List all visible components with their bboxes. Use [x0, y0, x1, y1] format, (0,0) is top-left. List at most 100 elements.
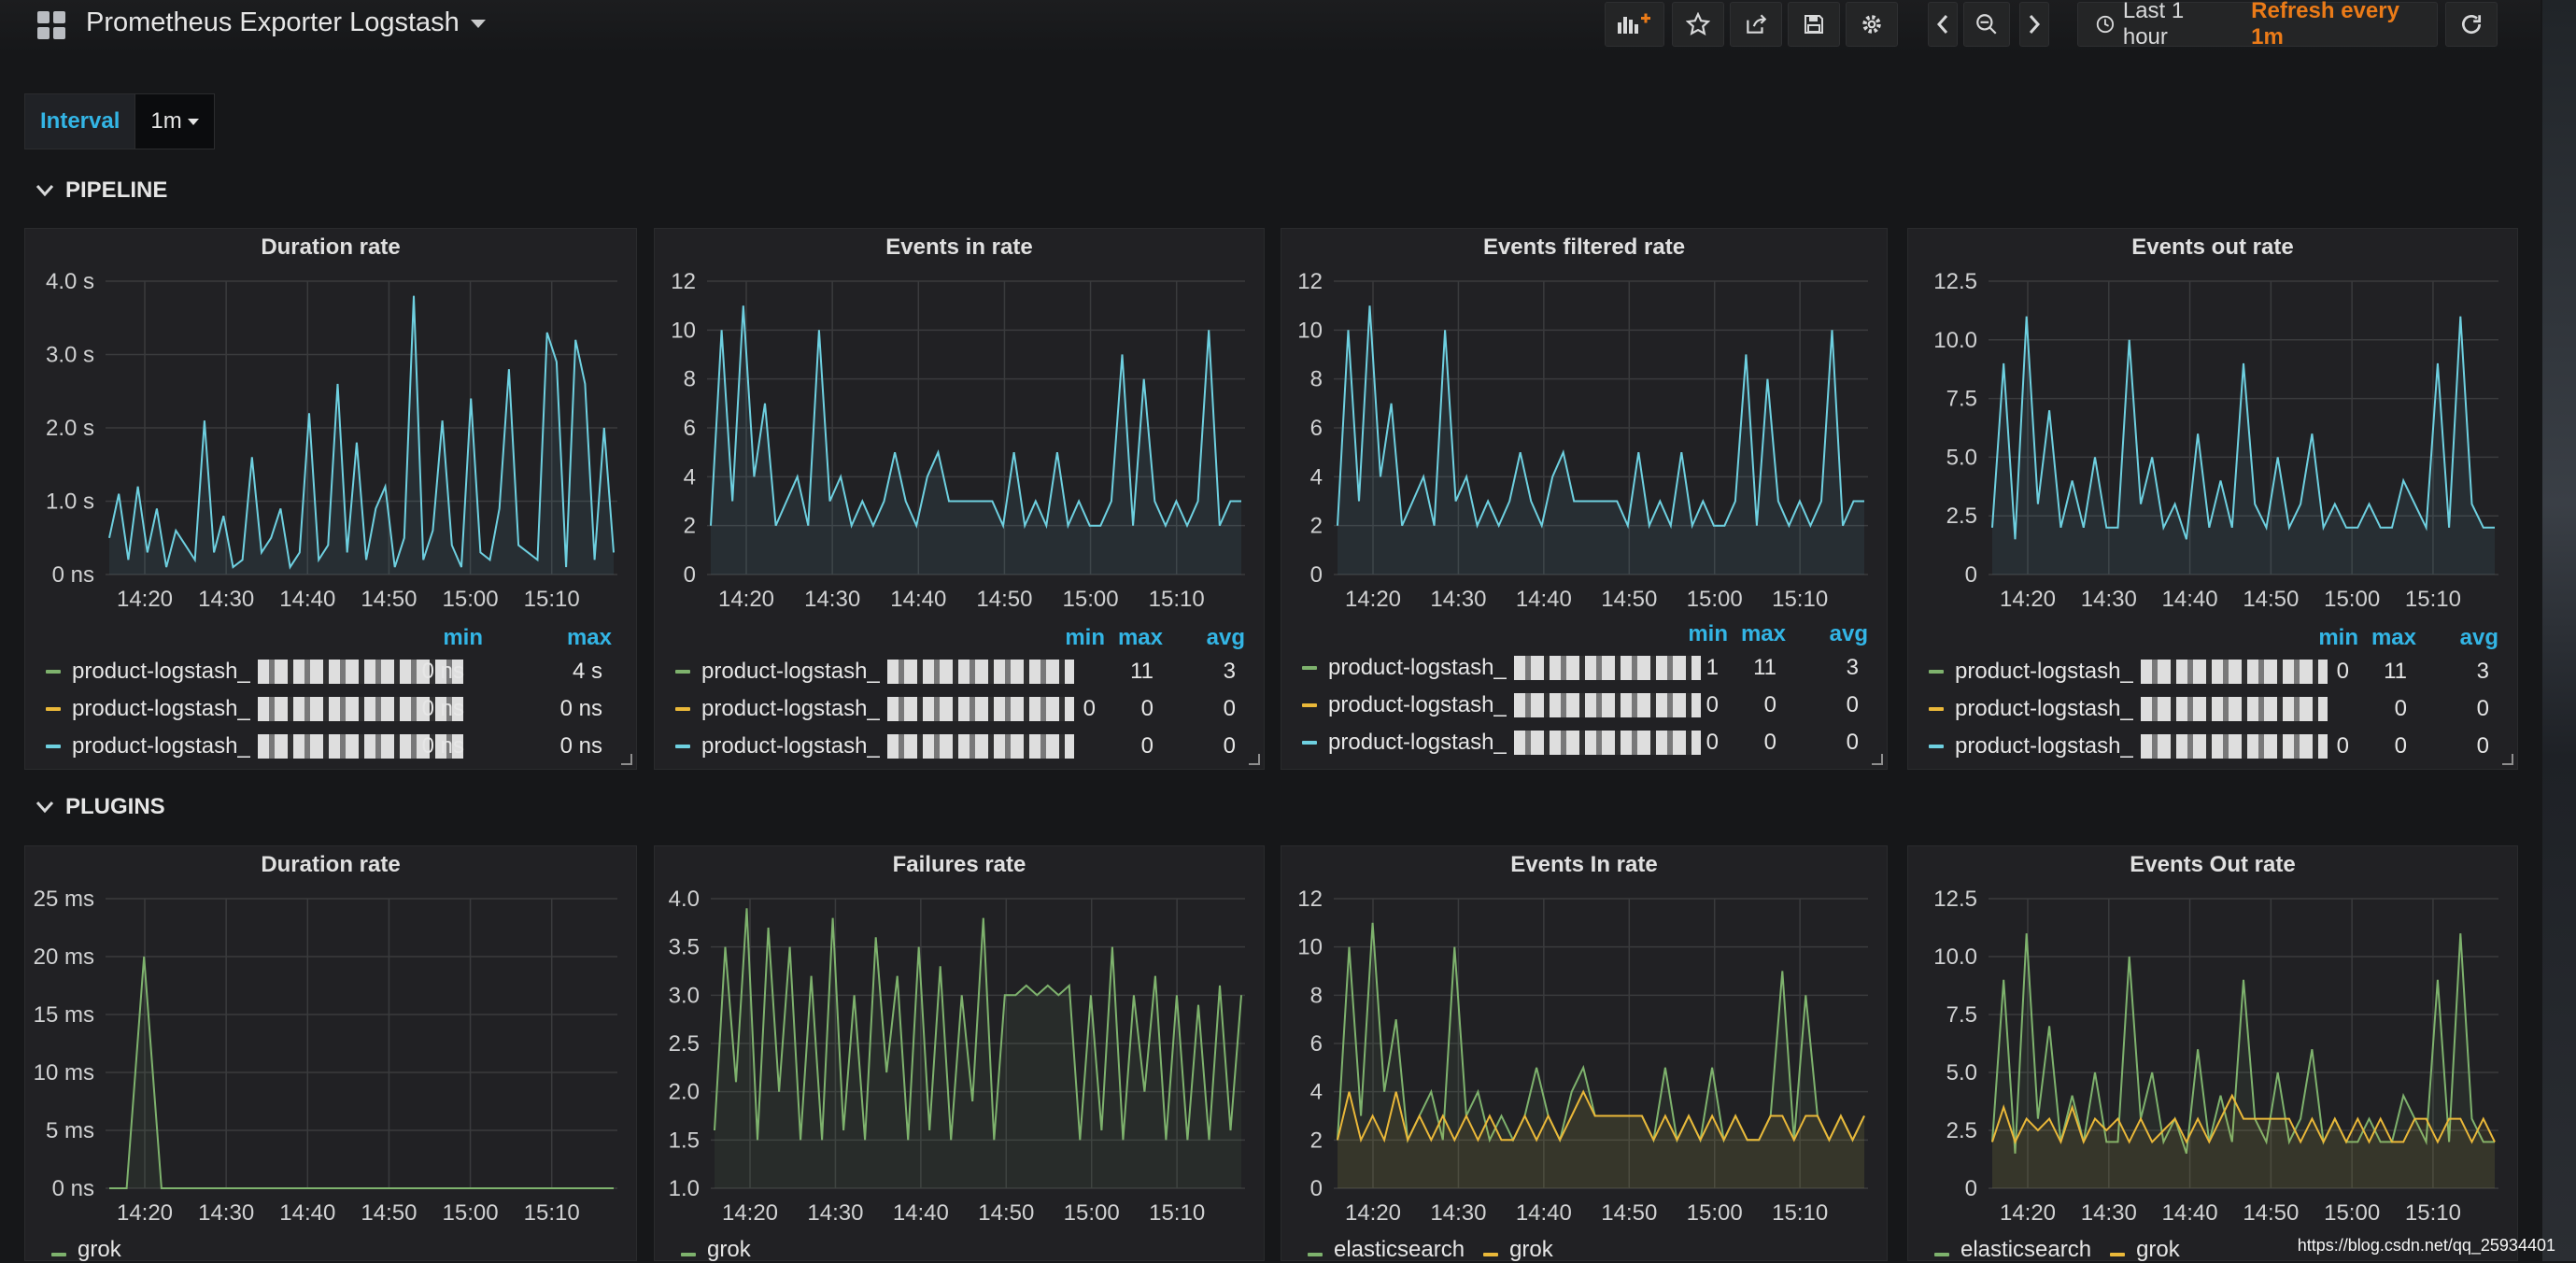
- series-line[interactable]: [710, 305, 1241, 530]
- series-line[interactable]: [1337, 305, 1864, 530]
- legend-row[interactable]: product-logstash_ 0 0: [1929, 690, 2508, 728]
- series-fill: [1992, 316, 2495, 575]
- resize-handle[interactable]: [621, 754, 632, 765]
- x-tick-label: 14:20: [1345, 587, 1401, 612]
- row-pipeline[interactable]: PIPELINE: [35, 177, 167, 204]
- legend-row[interactable]: product-logstash_ 1 11 3: [1302, 649, 1877, 687]
- y-tick-label: 10: [671, 318, 696, 343]
- y-tick-label: 0: [1310, 562, 1323, 588]
- panel-duration-rate[interactable]: Duration rate 25 ms 20 ms 15 ms 10 ms 5 ms 0 n…: [24, 845, 637, 1263]
- legend-series-name: product-logstash_: [72, 733, 250, 759]
- save-button[interactable]: [1788, 2, 1840, 47]
- panel-events-in-rate[interactable]: Events in rate 12 10 8 6 4 2 0 14:20 14:30 14:40 14…: [654, 228, 1265, 770]
- x-tick-label: 14:30: [807, 1200, 863, 1226]
- resize-handle[interactable]: [1872, 754, 1883, 765]
- time-back-button[interactable]: [1928, 2, 1958, 47]
- add-panel-button[interactable]: [1605, 2, 1664, 47]
- x-tick-label: 14:50: [2243, 1200, 2299, 1226]
- y-tick-label: 20 ms: [34, 944, 94, 970]
- resize-handle[interactable]: [1249, 754, 1260, 765]
- y-tick-label: 12: [1297, 269, 1323, 294]
- time-picker-button[interactable]: Last 1 hour Refresh every 1m: [2077, 0, 2438, 50]
- legend-value: 0 ns: [421, 659, 464, 684]
- legend-row[interactable]: product-logstash_ 0 0 0: [1302, 687, 1877, 724]
- legend-header-max[interactable]: max: [2371, 625, 2416, 651]
- legend-item[interactable]: grok: [2110, 1237, 2180, 1263]
- panel-duration-rate[interactable]: Duration rate 4.0 s 3.0 s 2.0 s 1.0 s0 ns 14:…: [24, 228, 637, 770]
- chevron-down-icon: [187, 118, 199, 125]
- legend-row[interactable]: product-logstash_ 0 0 0: [1302, 724, 1877, 761]
- legend-value: 11: [1130, 659, 1154, 684]
- legend-header-max[interactable]: max: [1741, 621, 1786, 647]
- x-tick-label: 14:40: [1516, 1200, 1572, 1226]
- chart-plot: 4.0 3.5 3.0 2.5 2.0 1.5 1.0 14:20 14:30 14:40 14:5…: [669, 887, 1245, 1226]
- legend-header-min[interactable]: min: [1688, 621, 1728, 647]
- legend-header-avg[interactable]: avg: [1830, 621, 1868, 647]
- legend-item[interactable]: elasticsearch: [1934, 1237, 2091, 1263]
- legend-item[interactable]: elasticsearch: [1308, 1237, 1465, 1263]
- legend-value: 0: [1223, 696, 1236, 721]
- chevron-right-icon: [2029, 15, 2041, 34]
- share-button[interactable]: [1730, 2, 1782, 47]
- legend-header-avg[interactable]: avg: [2460, 625, 2498, 651]
- dashboard-title[interactable]: Prometheus Exporter Logstash: [86, 7, 486, 38]
- legend-row[interactable]: product-logstash_ 11 3: [675, 653, 1254, 690]
- legend-header-min[interactable]: min: [2318, 625, 2358, 651]
- legend-row[interactable]: product-logstash_ 0 11 3: [1929, 653, 2508, 690]
- panel-events-filtered-rate[interactable]: Events filtered rate 12 10 8 6 4 2 0 14:20 14:30 1…: [1281, 228, 1888, 770]
- y-tick-label: 0: [1310, 1176, 1323, 1201]
- y-tick-label: 0 ns: [52, 562, 94, 588]
- legend-row[interactable]: product-logstash_ 0 ns 4 s: [46, 653, 627, 690]
- redacted-host: [1513, 693, 1701, 717]
- row-plugins[interactable]: PLUGINS: [35, 794, 165, 820]
- panel-failures-rate[interactable]: Failures rate 4.0 3.5 3.0 2.5 2.0 1.5 1.0 14:20 1…: [654, 845, 1265, 1263]
- legend-header-min[interactable]: min: [443, 625, 483, 651]
- x-tick-label: 15:00: [1064, 1200, 1120, 1226]
- x-tick-label: 14:20: [722, 1200, 778, 1226]
- x-tick-label: 14:50: [2243, 587, 2299, 612]
- panel-events-out-rate[interactable]: Events out rate 12.5 10.0 7.5 5.0 2.5 0 14:20 14…: [1907, 228, 2518, 770]
- x-tick-label: 14:20: [2000, 587, 2056, 612]
- chevron-down-icon: [470, 19, 486, 28]
- x-tick-label: 15:00: [1687, 1200, 1743, 1226]
- y-tick-label: 12: [671, 269, 696, 294]
- zoom-out-button[interactable]: [1963, 2, 2010, 47]
- y-tick-label: 8: [1310, 367, 1323, 392]
- legend-value: 0: [2394, 696, 2407, 721]
- dashboard-grid-icon[interactable]: [37, 11, 67, 41]
- resize-handle[interactable]: [2502, 754, 2513, 765]
- legend-swatch: [1929, 745, 1944, 748]
- legend-row[interactable]: product-logstash_ 0 0: [675, 728, 1254, 765]
- star-button[interactable]: [1672, 2, 1724, 47]
- refresh-button[interactable]: [2445, 2, 2498, 47]
- y-tick-label: 1.0 s: [46, 490, 94, 515]
- x-tick-label: 14:30: [2081, 1200, 2137, 1226]
- legend-item[interactable]: grok: [51, 1237, 121, 1263]
- legend-row[interactable]: product-logstash_ 0 0 0: [675, 690, 1254, 728]
- legend-header-max[interactable]: max: [567, 625, 612, 651]
- legend-item[interactable]: grok: [1483, 1237, 1553, 1263]
- y-tick-label: 8: [684, 367, 696, 392]
- x-tick-label: 14:40: [2162, 1200, 2218, 1226]
- legend-swatch: [1483, 1253, 1499, 1256]
- legend-item[interactable]: grok: [681, 1237, 751, 1263]
- legend-row[interactable]: product-logstash_ 0 ns 0 ns: [46, 728, 627, 765]
- y-tick-label: 25 ms: [34, 887, 94, 912]
- legend-row[interactable]: product-logstash_ 0 0 0: [1929, 728, 2508, 765]
- y-tick-label: 12.5: [1933, 887, 1977, 912]
- legend-header-max[interactable]: max: [1118, 625, 1163, 651]
- y-tick-label: 12: [1297, 887, 1323, 912]
- x-tick-label: 15:00: [1687, 587, 1743, 612]
- y-tick-label: 0: [1965, 562, 1977, 588]
- interval-select[interactable]: 1m: [135, 93, 215, 149]
- settings-button[interactable]: [1846, 2, 1898, 47]
- time-forward-button[interactable]: [2019, 2, 2049, 47]
- legend-header-avg[interactable]: avg: [1207, 625, 1245, 651]
- panel-events-out-rate[interactable]: Events Out rate 12.5 10.0 7.5 5.0 2.5 0 14:20 14…: [1907, 845, 2518, 1263]
- panel-events-in-rate[interactable]: Events In rate 12 10 8 6 4 2 0 14:20 14:30 14:40 14…: [1281, 845, 1888, 1263]
- series-legend: elasticsearch grok: [1934, 1237, 2180, 1263]
- legend-row[interactable]: product-logstash_ 0 ns 0 ns: [46, 690, 627, 728]
- legend-header-min[interactable]: min: [1065, 625, 1105, 651]
- y-tick-label: 3.0: [669, 983, 700, 1008]
- legend-swatch: [1302, 666, 1317, 670]
